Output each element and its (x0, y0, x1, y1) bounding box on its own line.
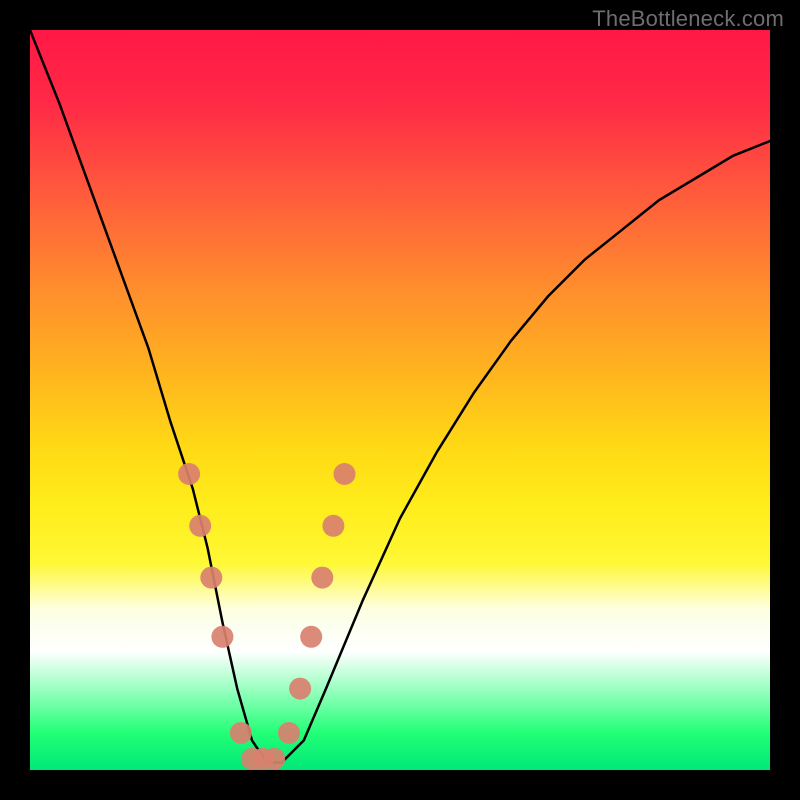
marker-point (178, 463, 200, 485)
marker-point (211, 626, 233, 648)
bottleneck-curve-path (30, 30, 770, 763)
marker-point (322, 515, 344, 537)
marker-point (200, 567, 222, 589)
marker-point (289, 678, 311, 700)
marker-point (300, 626, 322, 648)
marker-point (278, 722, 300, 744)
marker-point (189, 515, 211, 537)
marker-point (334, 463, 356, 485)
watermark-text: TheBottleneck.com (592, 6, 784, 32)
bottleneck-curve (30, 30, 770, 763)
chart-svg (30, 30, 770, 770)
marker-point (263, 748, 285, 770)
highlighted-points (178, 463, 355, 770)
marker-point (311, 567, 333, 589)
marker-point (230, 722, 252, 744)
chart-frame: TheBottleneck.com (0, 0, 800, 800)
plot-area (30, 30, 770, 770)
